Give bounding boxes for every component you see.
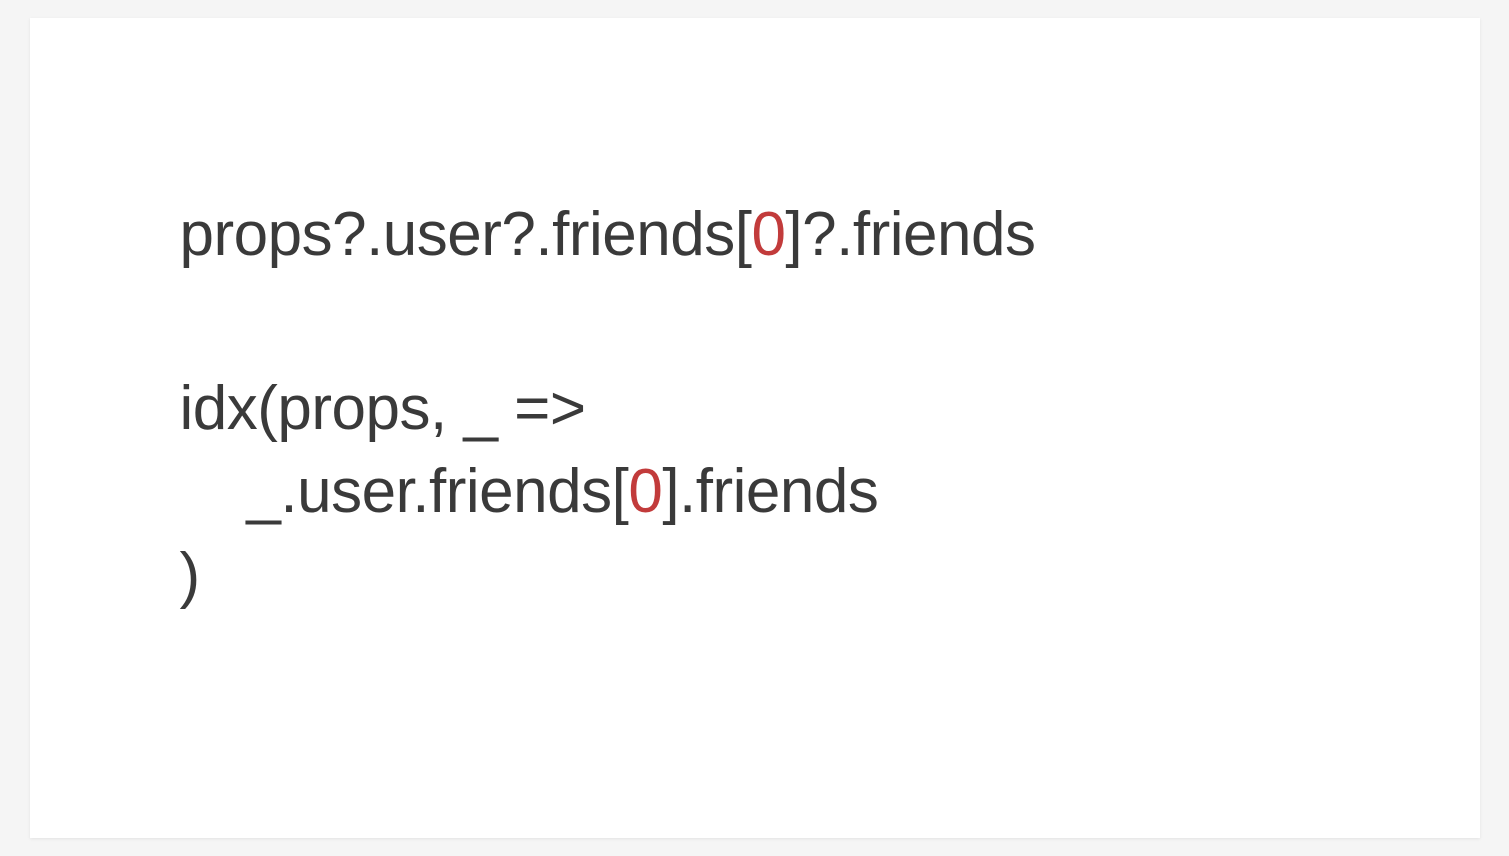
code-text: props?.user?.friends[ xyxy=(180,200,752,269)
code-line-2-3: ) xyxy=(180,534,1330,618)
spacer xyxy=(180,277,1330,367)
code-number: 0 xyxy=(751,200,785,269)
code-line-2-2: _.user.friends[0].friends xyxy=(180,450,1330,534)
code-line-1: props?.user?.friends[0]?.friends xyxy=(180,193,1330,277)
code-block-optional-chaining: props?.user?.friends[0]?.friends xyxy=(180,193,1330,277)
slide-container: props?.user?.friends[0]?.friends idx(pro… xyxy=(30,18,1480,838)
code-text: ]?.friends xyxy=(785,200,1035,269)
code-text: _.user.friends[ xyxy=(180,457,629,526)
code-line-2-1: idx(props, _ => xyxy=(180,367,1330,451)
code-text: ) xyxy=(180,541,200,610)
code-text: ].friends xyxy=(662,457,878,526)
code-text: idx(props, _ => xyxy=(180,374,586,443)
code-number: 0 xyxy=(628,457,662,526)
code-block-idx: idx(props, _ => _.user.friends[0].friend… xyxy=(180,367,1330,618)
